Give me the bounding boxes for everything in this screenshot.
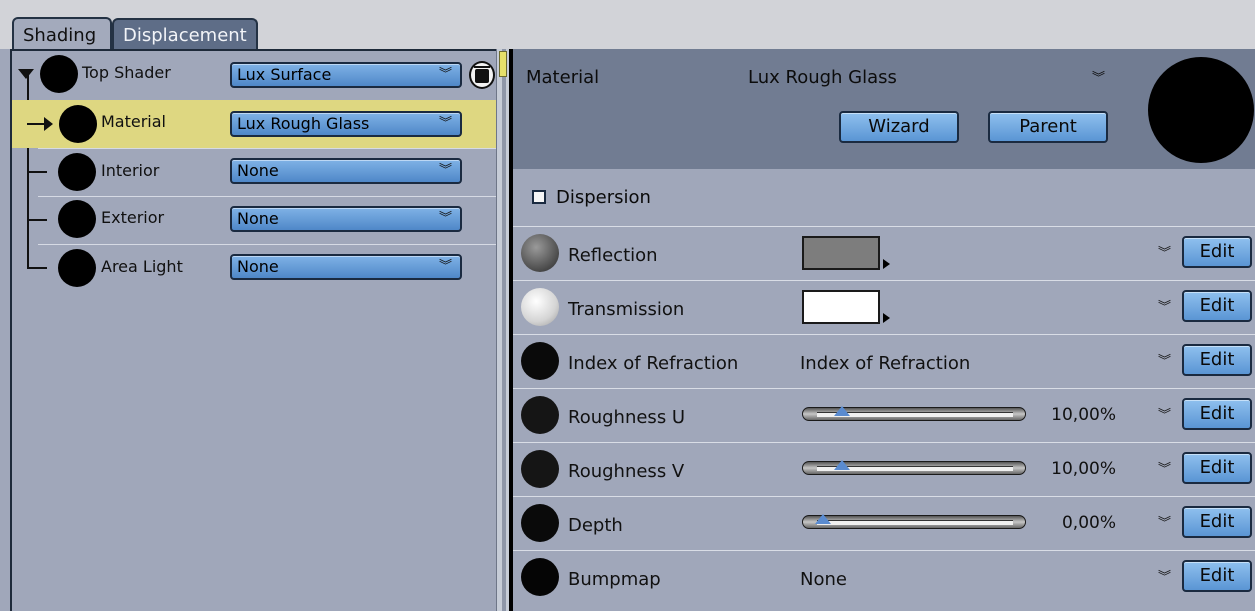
- property-row-roughness-v: Roughness V 10,00% ︾ Edit: [513, 442, 1255, 495]
- dropdown-value: Lux Surface: [237, 65, 332, 84]
- property-percent: 10,00%: [1051, 405, 1116, 425]
- double-chevron-down-icon: ︾: [438, 211, 452, 226]
- double-chevron-down-icon[interactable]: ︾: [1158, 296, 1171, 315]
- double-chevron-down-icon[interactable]: ︾: [1158, 458, 1171, 477]
- double-chevron-down-icon: ︾: [438, 259, 452, 274]
- tree-row-exterior[interactable]: Exterior None ︾: [12, 197, 496, 245]
- shader-ball-icon: [521, 342, 559, 380]
- property-label: Roughness U: [568, 407, 686, 428]
- property-row-roughness-u: Roughness U 10,00% ︾ Edit: [513, 388, 1255, 441]
- material-select-value: Lux Rough Glass: [748, 67, 897, 88]
- tree-row-material[interactable]: Material Lux Rough Glass ︾: [12, 100, 496, 148]
- tab-shading[interactable]: Shading: [12, 17, 112, 51]
- tab-displacement[interactable]: Displacement: [112, 18, 258, 50]
- property-row-transmission: Transmission ︾ Edit: [513, 280, 1255, 333]
- dropdown-value: Lux Rough Glass: [237, 114, 370, 133]
- property-row-bumpmap: Bumpmap None ︾ Edit: [513, 550, 1255, 611]
- shader-ball-icon: [58, 200, 96, 238]
- edit-button[interactable]: Edit: [1182, 236, 1252, 268]
- tree-label-material: Material: [101, 112, 166, 131]
- shader-ball-icon: [59, 105, 97, 143]
- material-preview: [1148, 57, 1254, 163]
- material-label: Material: [526, 67, 600, 88]
- property-label: Reflection: [568, 245, 658, 266]
- dropdown-value: None: [237, 257, 279, 276]
- double-chevron-down-icon[interactable]: ︾: [1158, 512, 1171, 531]
- property-row-index-of-refraction: Index of Refraction Index of Refraction …: [513, 334, 1255, 387]
- double-chevron-down-icon[interactable]: ︾: [1158, 566, 1171, 585]
- double-chevron-down-icon: ︾: [438, 67, 452, 82]
- double-chevron-down-icon[interactable]: ︾: [1158, 404, 1171, 423]
- property-row-reflection: Reflection ︾ Edit: [513, 226, 1255, 279]
- property-label: Depth: [568, 515, 623, 536]
- shader-ball-icon: [58, 249, 96, 287]
- parent-button[interactable]: Parent: [988, 111, 1108, 143]
- property-percent: 10,00%: [1051, 459, 1116, 479]
- arrow-right-icon: [44, 117, 53, 131]
- edit-button[interactable]: Edit: [1182, 506, 1252, 538]
- tree-label-exterior: Exterior: [101, 208, 165, 227]
- tree-row-top-shader[interactable]: Top Shader Lux Surface ︾: [12, 50, 496, 98]
- area-light-dropdown[interactable]: None ︾: [230, 254, 462, 280]
- roughness-u-slider[interactable]: [802, 406, 1026, 421]
- dropdown-value: None: [237, 209, 279, 228]
- swatch-menu-icon[interactable]: [883, 313, 890, 323]
- shader-ball-icon: [40, 55, 78, 93]
- material-select[interactable]: Lux Rough Glass ︾: [740, 66, 1120, 92]
- property-label: Roughness V: [568, 461, 685, 482]
- edit-button[interactable]: Edit: [1182, 344, 1252, 376]
- reflection-color-swatch[interactable]: [802, 236, 880, 270]
- swatch-menu-icon[interactable]: [883, 259, 890, 269]
- property-label: Index of Refraction: [568, 353, 739, 374]
- tree-row-interior[interactable]: Interior None ︾: [12, 149, 496, 197]
- edit-button[interactable]: Edit: [1182, 452, 1252, 484]
- property-label: Transmission: [568, 299, 685, 320]
- interior-dropdown[interactable]: None ︾: [230, 158, 462, 184]
- double-chevron-down-icon: ︾: [438, 163, 452, 178]
- property-value[interactable]: Index of Refraction: [800, 353, 970, 375]
- shader-ball-icon: [521, 504, 559, 542]
- shader-ball-icon: [521, 558, 559, 596]
- double-chevron-down-icon[interactable]: ︾: [1158, 350, 1171, 369]
- transmission-ball-icon: [521, 288, 559, 326]
- exterior-dropdown[interactable]: None ︾: [230, 206, 462, 232]
- depth-slider[interactable]: [802, 514, 1026, 529]
- double-chevron-down-icon: ︾: [1092, 71, 1106, 86]
- shader-ball-icon: [521, 396, 559, 434]
- material-dropdown[interactable]: Lux Rough Glass ︾: [230, 111, 462, 137]
- dropdown-value: None: [237, 161, 279, 180]
- double-chevron-down-icon[interactable]: ︾: [1158, 242, 1171, 261]
- edit-button[interactable]: Edit: [1182, 560, 1252, 592]
- tree-label-top-shader: Top Shader: [82, 63, 171, 82]
- property-label: Bumpmap: [568, 569, 661, 590]
- splitter-handle[interactable]: [499, 51, 507, 77]
- tree-row-area-light[interactable]: Area Light None ︾: [12, 245, 496, 293]
- tree-label-interior: Interior: [101, 161, 160, 180]
- edit-button[interactable]: Edit: [1182, 290, 1252, 322]
- roughness-v-slider[interactable]: [802, 460, 1026, 475]
- wizard-button[interactable]: Wizard: [839, 111, 959, 143]
- splitter-groove: [502, 49, 506, 611]
- shader-ball-icon: [58, 153, 96, 191]
- shader-ball-icon: [521, 450, 559, 488]
- property-row-depth: Depth 0,00% ︾ Edit: [513, 496, 1255, 549]
- double-chevron-down-icon: ︾: [438, 116, 452, 131]
- edit-button[interactable]: Edit: [1182, 398, 1252, 430]
- slider-thumb[interactable]: [815, 514, 831, 524]
- slider-thumb[interactable]: [834, 460, 851, 470]
- slider-thumb[interactable]: [834, 406, 851, 416]
- transmission-color-swatch[interactable]: [802, 290, 880, 324]
- dispersion-checkbox[interactable]: [532, 190, 546, 204]
- dispersion-label: Dispersion: [556, 187, 651, 208]
- property-percent: 0,00%: [1061, 513, 1116, 533]
- expand-triangle-icon[interactable]: [18, 69, 34, 79]
- tree-label-area-light: Area Light: [101, 257, 183, 276]
- trash-icon[interactable]: [469, 61, 495, 89]
- reflection-ball-icon: [521, 234, 559, 272]
- top-shader-dropdown[interactable]: Lux Surface ︾: [230, 62, 462, 88]
- property-value[interactable]: None: [800, 569, 847, 591]
